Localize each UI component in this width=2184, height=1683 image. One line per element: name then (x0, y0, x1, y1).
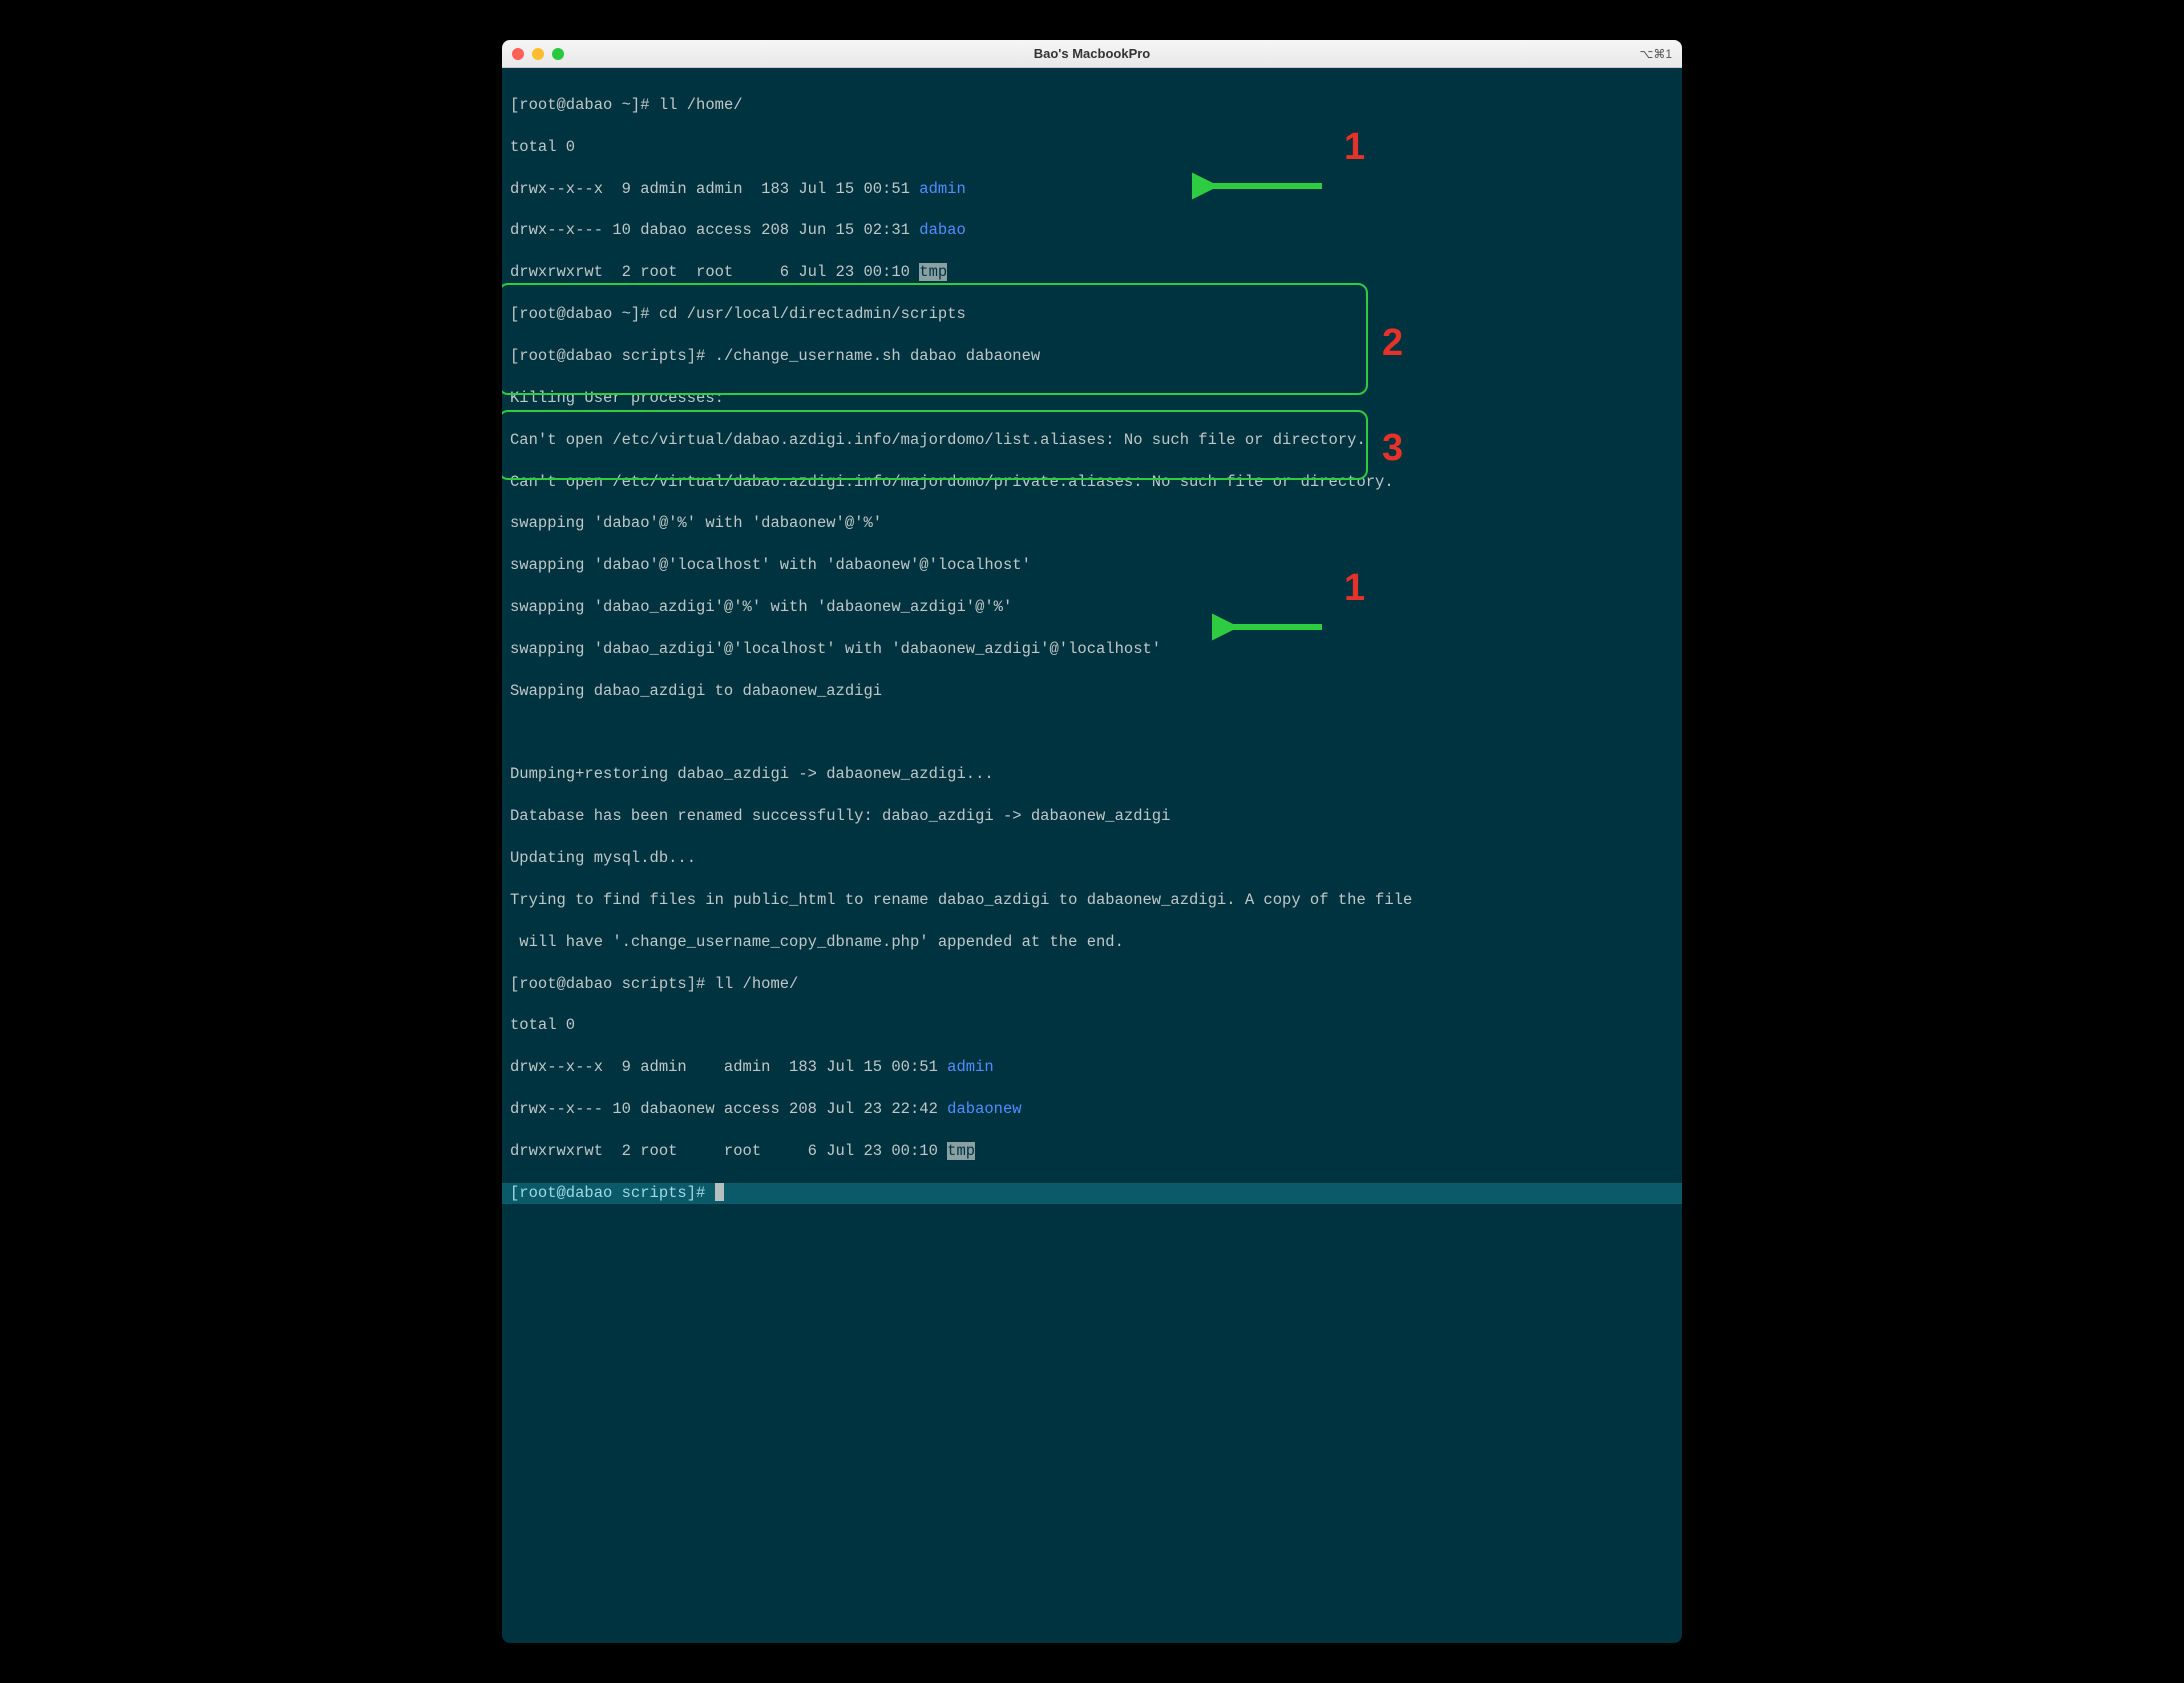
cursor-icon (715, 1183, 724, 1201)
terminal-line: will have '.change_username_copy_dbname.… (510, 932, 1674, 953)
terminal-line: drwx--x--- 10 dabao access 208 Jun 15 02… (510, 220, 1674, 241)
terminal-line: drwxrwxrwt 2 root root 6 Jul 23 00:10 tm… (510, 1141, 1674, 1162)
ls-entry: drwxrwxrwt 2 root root 6 Jul 23 00:10 (510, 263, 919, 281)
terminal-line: drwx--x--x 9 admin admin 183 Jul 15 00:5… (510, 179, 1674, 200)
directory-name: admin (919, 180, 966, 198)
terminal-line: [root@dabao scripts]# ll /home/ (510, 974, 1674, 995)
terminal-window: Bao's MacbookPro ⌥⌘1 [root@dabao ~]# ll … (502, 40, 1682, 1643)
ls-entry: drwx--x--x 9 admin admin 183 Jul 15 00:5… (510, 1058, 947, 1076)
annotation-box-2 (502, 283, 1368, 395)
terminal-line: Can't open /etc/virtual/dabao.azdigi.inf… (510, 430, 1674, 451)
titlebar[interactable]: Bao's MacbookPro ⌥⌘1 (502, 40, 1682, 68)
minimize-icon[interactable] (532, 48, 544, 60)
command: cd /usr/local/directadmin/scripts (659, 305, 966, 323)
ls-entry: drwx--x--- 10 dabaonew access 208 Jul 23… (510, 1100, 947, 1118)
prompt: [root@dabao scripts]# (510, 1184, 715, 1202)
tab-shortcut: ⌥⌘1 (1639, 47, 1672, 61)
ls-entry: drwxrwxrwt 2 root root 6 Jul 23 00:10 (510, 1142, 947, 1160)
prompt: [root@dabao scripts]# (510, 975, 715, 993)
terminal-line: Killing User processes: (510, 388, 1674, 409)
directory-name: admin (947, 1058, 994, 1076)
directory-name: tmp (947, 1142, 975, 1160)
terminal-line: Dumping+restoring dabao_azdigi -> dabaon… (510, 764, 1674, 785)
prompt: [root@dabao scripts]# (510, 347, 715, 365)
command: ll /home/ (715, 975, 799, 993)
traffic-lights (512, 48, 564, 60)
terminal-line: drwxrwxrwt 2 root root 6 Jul 23 00:10 tm… (510, 262, 1674, 283)
window-title: Bao's MacbookPro (502, 46, 1682, 61)
terminal-line: drwx--x--x 9 admin admin 183 Jul 15 00:5… (510, 1057, 1674, 1078)
terminal-line: [root@dabao ~]# cd /usr/local/directadmi… (510, 304, 1674, 325)
arrow-icon (1212, 571, 1332, 683)
terminal-line: Can't open /etc/virtual/dabao.azdigi.inf… (510, 472, 1674, 493)
terminal-line: total 0 (510, 1015, 1674, 1036)
directory-name: dabaonew (947, 1100, 1021, 1118)
command: ll /home/ (659, 96, 743, 114)
terminal-line: [root@dabao ~]# ll /home/ (510, 95, 1674, 116)
terminal-line: swapping 'dabao_azdigi'@'localhost' with… (510, 639, 1674, 660)
prompt: [root@dabao ~]# (510, 305, 659, 323)
close-icon[interactable] (512, 48, 524, 60)
command: ./change_username.sh dabao dabaonew (715, 347, 1041, 365)
terminal-line: drwx--x--- 10 dabaonew access 208 Jul 23… (510, 1099, 1674, 1120)
prompt: [root@dabao ~]# (510, 96, 659, 114)
terminal-line: swapping 'dabao'@'%' with 'dabaonew'@'%' (510, 513, 1674, 534)
terminal-line: Trying to find files in public_html to r… (510, 890, 1674, 911)
ls-entry: drwx--x--x 9 admin admin 183 Jul 15 00:5… (510, 180, 919, 198)
terminal-line: total 0 (510, 137, 1674, 158)
directory-name: tmp (919, 263, 947, 281)
terminal-body[interactable]: [root@dabao ~]# ll /home/ total 0 drwx--… (502, 68, 1682, 1643)
fullscreen-icon[interactable] (552, 48, 564, 60)
directory-name: dabao (919, 221, 966, 239)
active-prompt-line: [root@dabao scripts]# (502, 1183, 1682, 1204)
terminal-line: swapping 'dabao_azdigi'@'%' with 'dabaon… (510, 597, 1674, 618)
terminal-line: Updating mysql.db... (510, 848, 1674, 869)
terminal-line: swapping 'dabao'@'localhost' with 'dabao… (510, 555, 1674, 576)
terminal-line: Swapping dabao_azdigi to dabaonew_azdigi (510, 681, 1674, 702)
ls-entry: drwx--x--- 10 dabao access 208 Jun 15 02… (510, 221, 919, 239)
terminal-line: [root@dabao scripts]# ./change_username.… (510, 346, 1674, 367)
terminal-line: Database has been renamed successfully: … (510, 806, 1674, 827)
terminal-line (510, 723, 1674, 744)
